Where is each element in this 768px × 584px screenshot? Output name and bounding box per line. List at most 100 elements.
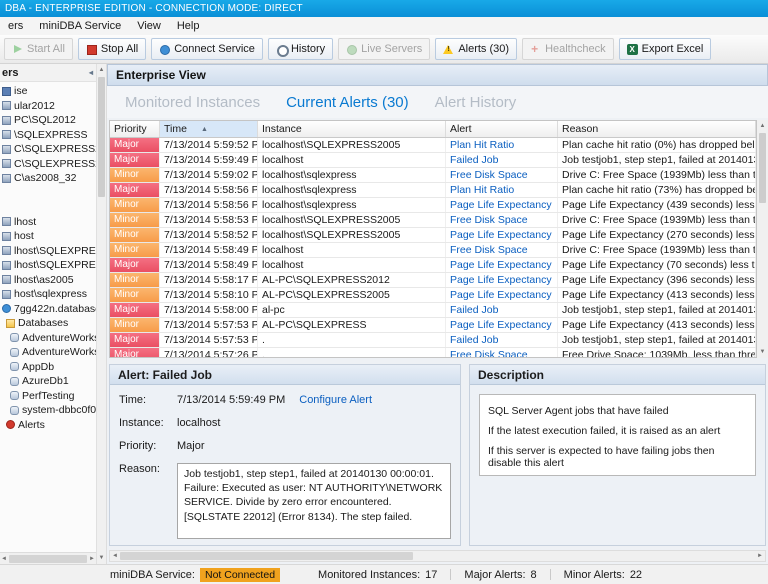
scroll-left-icon[interactable]: ◄ — [1, 554, 7, 564]
toolbar-button[interactable]: Start All — [4, 38, 73, 60]
tree-item[interactable] — [0, 186, 96, 201]
column-header-priority[interactable]: Priority — [110, 121, 160, 137]
menu-item[interactable]: ers — [0, 19, 31, 33]
tree-horizontal-scrollbar[interactable]: ◄ ► — [0, 552, 96, 564]
history-icon — [276, 44, 289, 57]
tree-item[interactable]: AzureDb1 — [0, 374, 96, 389]
alert-type-link[interactable]: Plan Hit Ratio — [446, 138, 558, 152]
tree-item[interactable]: host\sqlexpress — [0, 287, 96, 302]
view-tab[interactable]: Alert History — [435, 94, 517, 111]
scroll-up-icon[interactable]: ▲ — [99, 65, 105, 75]
column-header-instance[interactable]: Instance — [258, 121, 446, 137]
server-icon — [2, 144, 11, 154]
alert-row[interactable]: Major 7/13/2014 5:58:49 PM localhost Pag… — [110, 258, 756, 273]
alert-type-link[interactable]: Failed Job — [446, 333, 558, 347]
toolbar-button[interactable]: Connect Service — [151, 38, 263, 60]
toolbar-button[interactable]: Stop All — [77, 38, 147, 60]
tree-item[interactable]: lhost\SQLEXPRESS2005 — [0, 244, 96, 259]
toolbar-button[interactable]: Live Servers — [338, 38, 431, 60]
scroll-up-icon[interactable]: ▲ — [760, 121, 766, 131]
menu-item[interactable]: miniDBA Service — [31, 19, 129, 33]
tree-item[interactable]: PerfTesting — [0, 389, 96, 404]
alert-row[interactable]: Minor 7/13/2014 5:58:52 PM localhost\SQL… — [110, 228, 756, 243]
alert-reason: Drive C: Free Space (1939Mb) less than t… — [558, 168, 756, 182]
alert-type-link[interactable]: Free Disk Space — [446, 243, 558, 257]
alert-type-link[interactable]: Page Life Expectancy — [446, 258, 558, 272]
scroll-left-icon[interactable]: ◄ — [112, 551, 118, 561]
tree-item[interactable]: PC\SQL2012 — [0, 113, 96, 128]
tree-item[interactable]: host — [0, 229, 96, 244]
alert-type-link[interactable]: Failed Job — [446, 153, 558, 167]
tree-item[interactable]: AdventureWorks2012 — [0, 331, 96, 346]
scrollbar-thumb[interactable] — [119, 552, 413, 560]
alert-row[interactable]: Minor 7/13/2014 5:58:17 PM AL-PC\SQLEXPR… — [110, 273, 756, 288]
toolbar-button[interactable]: History — [267, 38, 334, 60]
tree-item[interactable]: C\as2008_32 — [0, 171, 96, 186]
tree-item[interactable]: \SQLEXPRESS — [0, 128, 96, 143]
tree-item[interactable]: AdventureWorks2012 — [0, 345, 96, 360]
alert-type-link[interactable]: Plan Hit Ratio — [446, 183, 558, 197]
alert-type-link[interactable]: Failed Job — [446, 303, 558, 317]
alert-type-link[interactable]: Page Life Expectancy — [446, 198, 558, 212]
tree-item[interactable] — [0, 200, 96, 215]
alert-row[interactable]: Minor 7/13/2014 5:58:10 PM AL-PC\SQLEXPR… — [110, 288, 756, 303]
view-tab[interactable]: Monitored Instances — [125, 94, 260, 111]
tree-item[interactable]: lhost — [0, 215, 96, 230]
alert-row[interactable]: Minor 7/13/2014 5:58:49 PM localhost Fre… — [110, 243, 756, 258]
alert-type-link[interactable]: Page Life Expectancy — [446, 288, 558, 302]
alert-row[interactable]: Minor 7/13/2014 5:57:53 PM AL-PC\SQLEXPR… — [110, 318, 756, 333]
tree-item[interactable]: Alerts — [0, 418, 96, 433]
table-header-row: Priority Time ▲ Instance Alert Reason — [110, 121, 756, 138]
database-icon — [10, 405, 19, 415]
tree-item[interactable]: Databases — [0, 316, 96, 331]
tree-item[interactable]: C\SQLEXPRESS2005 — [0, 142, 96, 157]
column-header-reason[interactable]: Reason — [558, 121, 756, 137]
tree-item[interactable]: lhost\SQLEXPRESS2012 — [0, 258, 96, 273]
alert-row[interactable]: Major 7/13/2014 5:57:26 PM . Free Disk S… — [110, 348, 756, 357]
service-status-label: miniDBA Service: — [110, 568, 195, 581]
alert-row[interactable]: Major 7/13/2014 5:59:52 PM localhost\SQL… — [110, 138, 756, 153]
priority-cell: Minor — [110, 288, 160, 302]
scrollbar-thumb[interactable] — [8, 554, 88, 563]
alert-row[interactable]: Major 7/13/2014 5:59:49 PM localhost Fai… — [110, 153, 756, 168]
column-header-alert[interactable]: Alert — [446, 121, 558, 137]
tree-item[interactable]: ular2012 — [0, 99, 96, 114]
scrollbar-thumb[interactable] — [759, 133, 766, 203]
alert-type-link[interactable]: Page Life Expectancy — [446, 318, 558, 332]
alert-row[interactable]: Minor 7/13/2014 5:59:02 PM localhost\sql… — [110, 168, 756, 183]
scroll-down-icon[interactable]: ▼ — [760, 347, 766, 357]
tree-vertical-scrollbar[interactable]: ▲ ▼ — [96, 64, 107, 564]
alert-type-link[interactable]: Free Disk Space — [446, 168, 558, 182]
scroll-right-icon[interactable]: ► — [757, 551, 763, 561]
toolbar-button[interactable]: Export Excel — [618, 38, 712, 60]
alert-type-link[interactable]: Page Life Expectancy — [446, 273, 558, 287]
view-tab[interactable]: Current Alerts (30) — [286, 94, 409, 111]
tree-item[interactable]: lhost\as2005 — [0, 273, 96, 288]
alert-row[interactable]: Major 7/13/2014 5:58:56 PM localhost\sql… — [110, 183, 756, 198]
alert-type-link[interactable]: Free Disk Space — [446, 348, 558, 357]
table-vertical-scrollbar[interactable]: ▲ ▼ — [757, 120, 768, 358]
tree-item[interactable]: system-dbbc0f08-cca... — [0, 403, 96, 418]
toolbar-button[interactable]: Healthcheck — [522, 38, 614, 60]
main-horizontal-scrollbar[interactable]: ◄ ► — [109, 550, 766, 562]
tree-item[interactable]: AppDb — [0, 360, 96, 375]
collapse-panel-icon[interactable]: ◂ — [89, 68, 93, 77]
scroll-right-icon[interactable]: ► — [89, 554, 95, 564]
alert-row[interactable]: Minor 7/13/2014 5:58:53 PM localhost\SQL… — [110, 213, 756, 228]
tree-item[interactable]: 7gg422n.database.windows... — [0, 302, 96, 317]
alert-type-link[interactable]: Page Life Expectancy — [446, 228, 558, 242]
column-header-time[interactable]: Time ▲ — [160, 121, 258, 137]
alert-row[interactable]: Major 7/13/2014 5:58:00 PM al-pc Failed … — [110, 303, 756, 318]
scroll-down-icon[interactable]: ▼ — [99, 553, 105, 563]
toolbar-button[interactable]: Alerts (30) — [435, 38, 518, 60]
alert-row[interactable]: Minor 7/13/2014 5:58:56 PM localhost\sql… — [110, 198, 756, 213]
tree-item[interactable]: C\SQLEXPRESS2012 — [0, 157, 96, 172]
configure-alert-link[interactable]: Configure Alert — [299, 394, 372, 406]
menu-item[interactable]: Help — [169, 19, 208, 33]
alert-row[interactable]: Major 7/13/2014 5:57:53 PM . Failed Job … — [110, 333, 756, 348]
scrollbar-thumb[interactable] — [98, 77, 105, 197]
menu-item[interactable]: View — [129, 19, 169, 33]
alert-type-link[interactable]: Free Disk Space — [446, 213, 558, 227]
tree-item[interactable]: ise — [0, 84, 96, 99]
tree-item-label: lhost\as2005 — [14, 273, 74, 286]
